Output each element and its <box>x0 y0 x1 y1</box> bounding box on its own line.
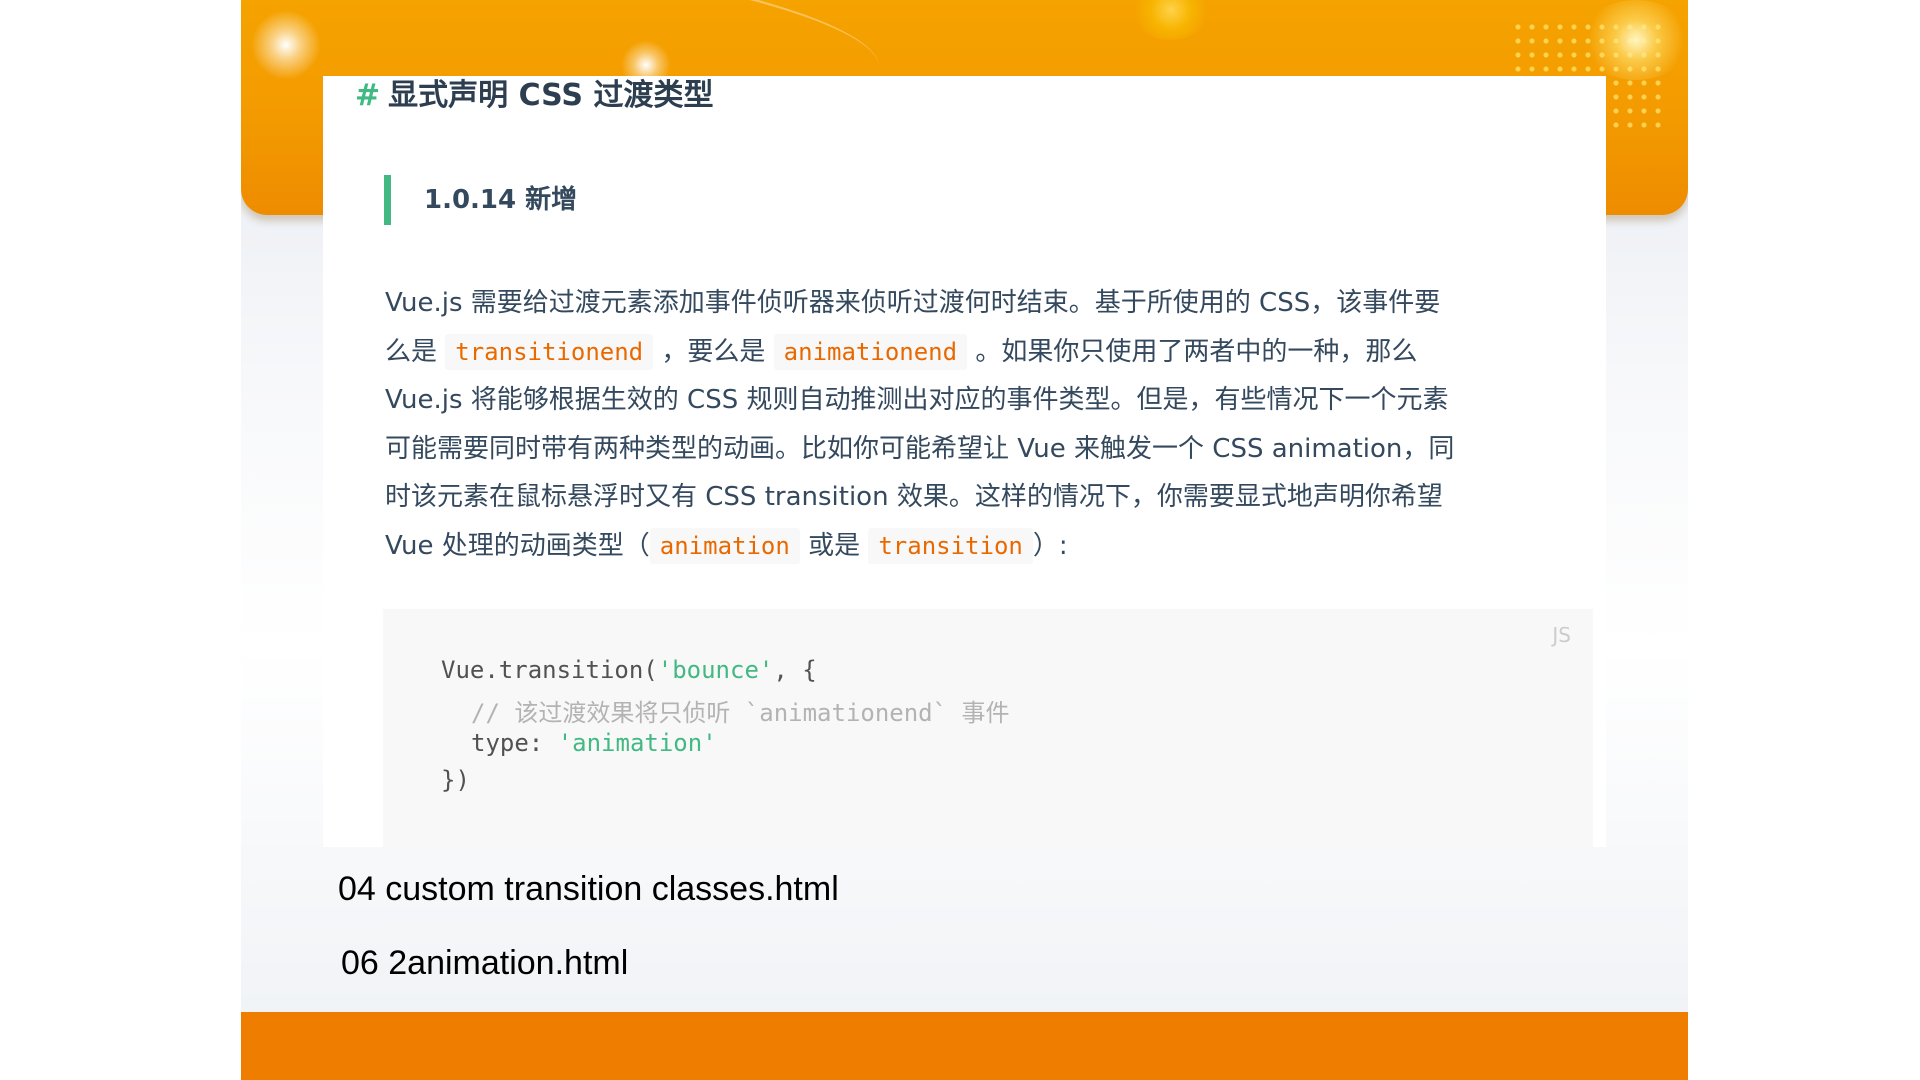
version-note: 1.0.14 新增 <box>384 175 577 225</box>
file-caption: 06 2animation.html <box>341 944 629 982</box>
heading-anchor-link[interactable]: # <box>355 78 380 113</box>
text-span: ）: <box>1032 530 1068 561</box>
inline-code-animation: animation <box>649 527 800 564</box>
light-flare-decoration <box>1581 0 1688 80</box>
code-string: 'animation' <box>557 729 717 757</box>
code-line: Vue.transition('bounce', { <box>441 656 817 684</box>
slide: # 显式声明 CSS 过渡类型 1.0.14 新增 Vue.js 需要给过渡元素添… <box>241 0 1688 1080</box>
heading-title: 显式声明 CSS 过渡类型 <box>388 78 714 113</box>
code-comment: // 该过渡效果将只侦听 `animationend` 事件 <box>471 699 1010 727</box>
text-span: 或是 <box>808 530 861 561</box>
inline-code-animationend: animationend <box>773 333 968 370</box>
light-flare-decoration <box>251 10 321 80</box>
inline-code-transitionend: transitionend <box>445 333 654 370</box>
text-span: ，要么是 <box>661 336 766 367</box>
code-language-label: JS <box>1552 623 1571 647</box>
code-token: type: <box>471 729 558 757</box>
text-span: 么是 <box>385 336 438 367</box>
code-token: Vue.transition( <box>441 656 658 684</box>
doc-screenshot-card: # 显式声明 CSS 过渡类型 1.0.14 新增 Vue.js 需要给过渡元素添… <box>323 76 1606 847</box>
code-line: }) <box>441 766 470 794</box>
paragraph-line: 时该元素在鼠标悬浮时又有 CSS transition 效果。这样的情况下，你需… <box>385 482 1443 512</box>
ring-decoration <box>1131 0 1211 40</box>
inline-code-transition: transition <box>868 527 1033 564</box>
code-token: , { <box>773 656 817 684</box>
paragraph-line: 么是 transitionend ，要么是 animationend 。如果你只… <box>385 328 1597 377</box>
file-caption: 04 custom transition classes.html <box>338 870 839 908</box>
paragraph-line: 可能需要同时带有两种类型的动画。比如你可能希望让 Vue 来触发一个 CSS a… <box>385 433 1455 464</box>
bottom-decorative-band <box>241 1012 1688 1080</box>
paragraph-line: Vue.js 将能够根据生效的 CSS 规则自动推测出对应的事件类型。但是，有些… <box>385 385 1449 415</box>
description-paragraph: Vue.js 需要给过渡元素添加事件侦听器来侦听过渡何时结束。基于所使用的 CS… <box>385 279 1597 570</box>
text-span: 。如果你只使用了两者中的一种，那么 <box>975 336 1418 367</box>
code-string: 'bounce' <box>657 656 774 684</box>
code-block: JS Vue.transition('bounce', { // 该过渡效果将只… <box>383 609 1593 847</box>
text-span: Vue 处理的动画类型（ <box>385 530 650 561</box>
section-heading: # 显式声明 CSS 过渡类型 <box>355 76 713 114</box>
paragraph-line: Vue.js 需要给过渡元素添加事件侦听器来侦听过渡何时结束。基于所使用的 CS… <box>385 288 1441 318</box>
code-line: type: 'animation' <box>471 729 717 757</box>
paragraph-line: Vue 处理的动画类型（ animation 或是 transition）: <box>385 522 1597 571</box>
